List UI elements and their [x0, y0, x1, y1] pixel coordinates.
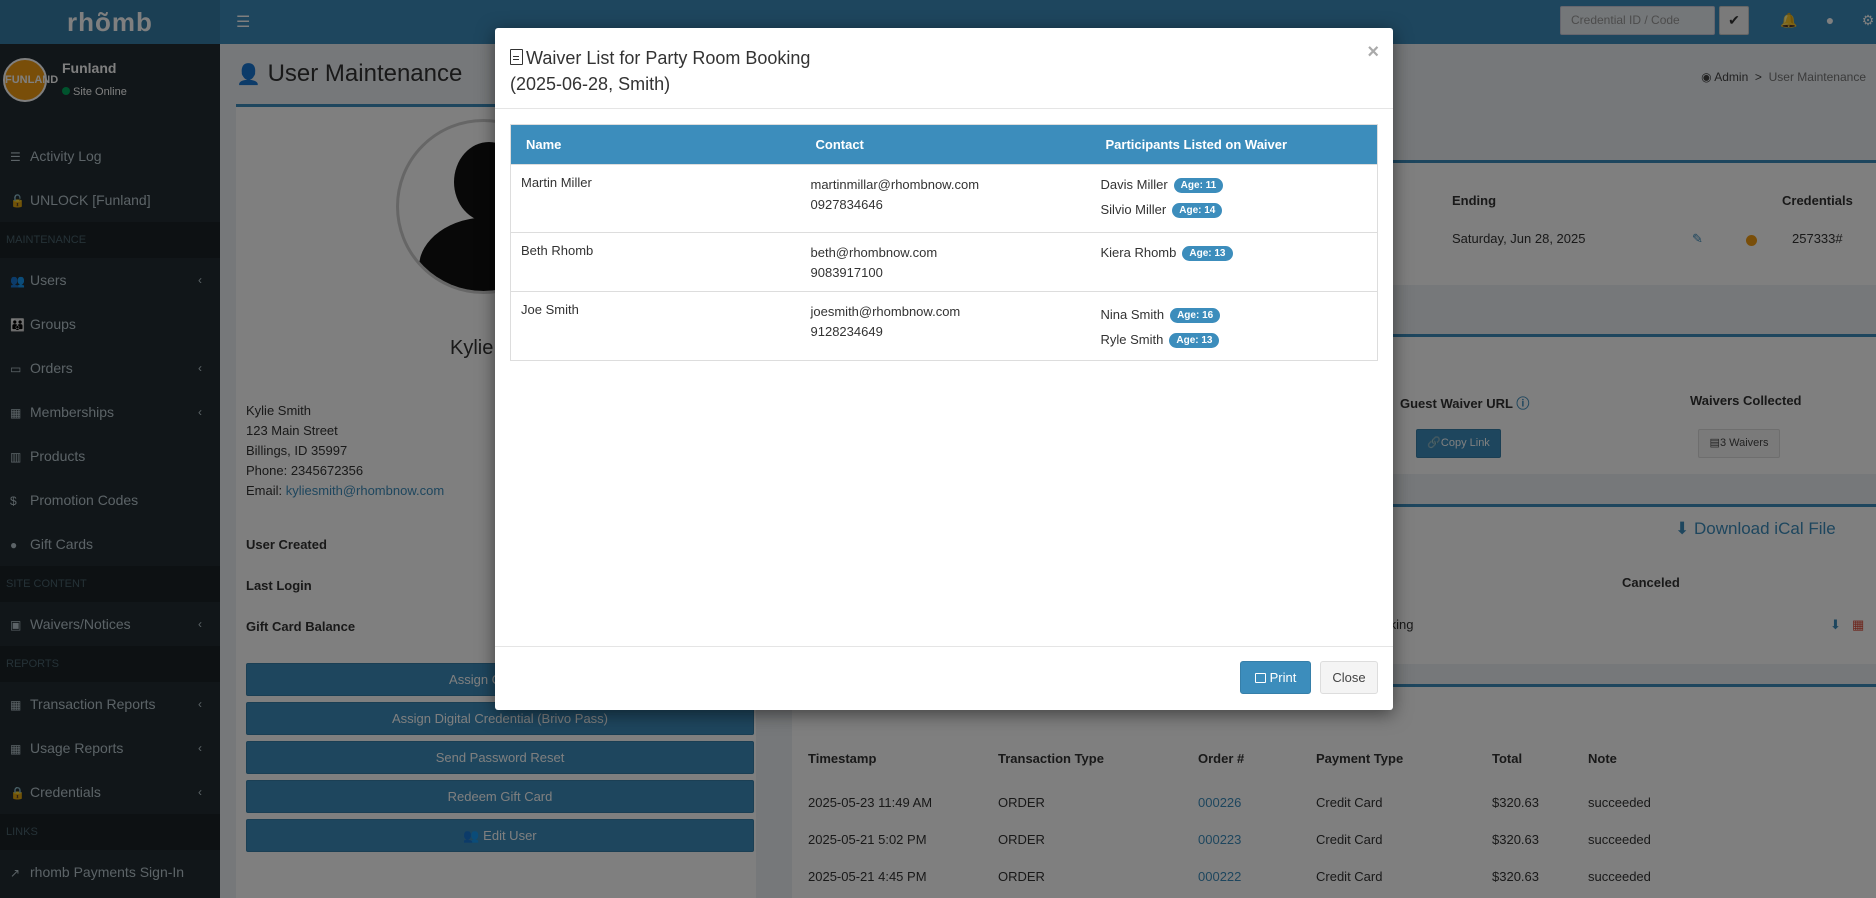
contact-email: martinmillar@rhombnow.com	[810, 177, 980, 192]
col-contact: Contact	[800, 124, 1091, 165]
waiver-contact: joesmith@rhombnow.com 9128234649	[800, 291, 1091, 361]
waiver-list-modal: Waiver List for Party Room Booking (2025…	[495, 28, 1393, 710]
file-text-icon	[510, 49, 523, 65]
waiver-contact: beth@rhombnow.com 9083917100	[800, 232, 1091, 292]
waiver-signer-name: Beth Rhomb	[510, 232, 801, 292]
waiver-contact: martinmillar@rhombnow.com 0927834646	[800, 164, 1091, 233]
contact-phone: 9128234649	[810, 324, 883, 339]
modal-header: Waiver List for Party Room Booking (2025…	[495, 28, 1393, 109]
waiver-signer-name: Joe Smith	[510, 291, 801, 361]
age-badge: Age: 13	[1169, 333, 1220, 348]
waiver-participants: Davis Miller Age: 11 Silvio Miller Age: 14	[1090, 164, 1378, 233]
modal-title-line2: (2025-06-28, Smith)	[510, 74, 671, 94]
age-badge: Age: 13	[1182, 246, 1233, 261]
close-button[interactable]: Close	[1320, 661, 1378, 694]
table-row: Joe Smith joesmith@rhombnow.com 91282346…	[510, 291, 1378, 361]
modal-body: Name Contact Participants Listed on Waiv…	[510, 124, 1378, 361]
waiver-participants: Kiera Rhomb Age: 13	[1090, 232, 1378, 292]
modal-title-line1: Waiver List for Party Room Booking	[526, 48, 811, 68]
table-row: Beth Rhomb beth@rhombnow.com 9083917100 …	[510, 232, 1378, 292]
modal-title: Waiver List for Party Room Booking (2025…	[510, 45, 810, 97]
modal-close-icon[interactable]: ×	[1367, 42, 1379, 62]
contact-phone: 0927834646	[810, 197, 883, 212]
age-badge: Age: 14	[1172, 203, 1223, 218]
contact-phone: 9083917100	[810, 265, 883, 280]
col-participants: Participants Listed on Waiver	[1090, 124, 1378, 165]
age-badge: Age: 16	[1170, 308, 1221, 323]
table-row: Martin Miller martinmillar@rhombnow.com …	[510, 164, 1378, 233]
participant: Kiera Rhomb Age: 13	[1101, 240, 1368, 265]
print-button[interactable]: Print	[1240, 661, 1311, 694]
waiver-signer-name: Martin Miller	[510, 164, 801, 233]
contact-email: beth@rhombnow.com	[810, 245, 938, 260]
age-badge: Age: 11	[1173, 178, 1224, 193]
participant: Nina Smith Age: 16	[1101, 302, 1368, 327]
modal-footer: Print Close	[495, 646, 1393, 710]
participant: Ryle Smith Age: 13	[1101, 327, 1368, 352]
print-icon	[1254, 673, 1266, 683]
waiver-table: Name Contact Participants Listed on Waiv…	[510, 124, 1378, 361]
contact-email: joesmith@rhombnow.com	[810, 304, 961, 319]
participant: Davis Miller Age: 11	[1101, 172, 1368, 197]
waiver-participants: Nina Smith Age: 16 Ryle Smith Age: 13	[1090, 291, 1378, 361]
col-name: Name	[510, 124, 801, 165]
participant: Silvio Miller Age: 14	[1101, 197, 1368, 222]
